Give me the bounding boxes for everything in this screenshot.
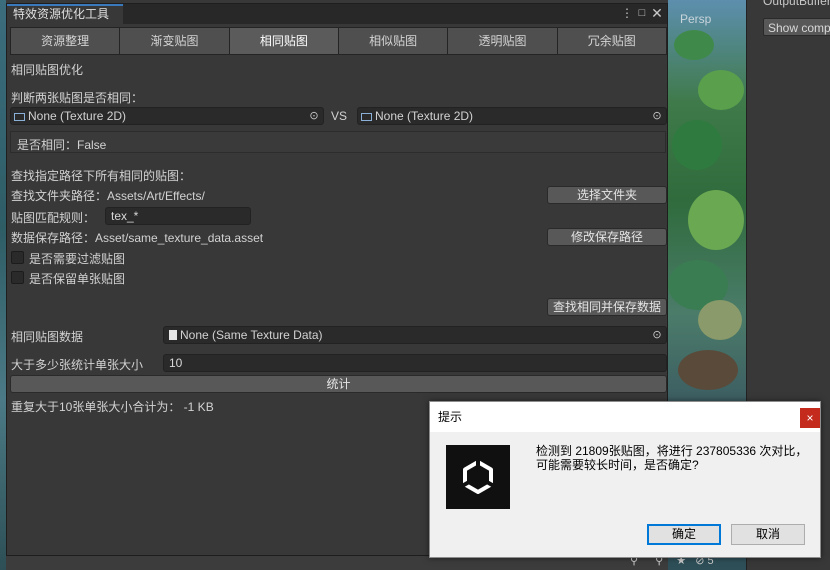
close-icon[interactable]: × (800, 408, 820, 428)
tab-bar: 资源整理 渐变贴图 相同贴图 相似贴图 透明贴图 冗余贴图 (10, 27, 667, 55)
keep-single-checkbox[interactable] (11, 271, 24, 284)
window-tab[interactable]: 特效资源优化工具 (7, 4, 123, 24)
vs-label: VS (331, 109, 348, 123)
kebab-menu-icon[interactable]: ⋮ (620, 6, 634, 20)
filter-texture-label: 是否需要过滤贴图 (29, 252, 126, 266)
texture-b-value: None (Texture 2D) (375, 109, 474, 123)
texture-icon (361, 113, 372, 121)
texture-a-value: None (Texture 2D) (28, 109, 127, 123)
dialog-title-text: 提示 (438, 410, 463, 424)
tab-redundant-texture[interactable]: 冗余贴图 (556, 27, 667, 55)
dialog-message-line1: 检测到 21809张贴图，将进行 237805336 次对比， (536, 444, 808, 458)
object-picker-icon[interactable]: ⊙ (305, 108, 323, 124)
dialog-message-line2: 可能需要较长时间，是否确定? (536, 458, 699, 472)
texture-a-field[interactable]: None (Texture 2D) ⊙ (10, 107, 324, 125)
save-path-label: 数据保存路径：Asset/same_texture_data.asset (11, 231, 264, 245)
stats-button[interactable]: 统计 (10, 375, 667, 393)
maximize-icon[interactable]: □ (635, 6, 649, 20)
tab-transparent-texture[interactable]: 透明贴图 (447, 27, 558, 55)
summary-label: 重复大于10张单张大小合计为： -1 KB (11, 400, 214, 414)
compare-label: 判断两张贴图是否相同： (11, 91, 144, 105)
texture-b-field[interactable]: None (Texture 2D) ⊙ (357, 107, 667, 125)
scene-toolbar-strip (6, 556, 668, 570)
object-picker-icon[interactable]: ⊙ (648, 327, 666, 343)
compare-result: 是否相同：False (17, 138, 107, 152)
tab-gradient-texture[interactable]: 渐变贴图 (119, 27, 230, 55)
section-title: 相同贴图优化 (11, 63, 84, 77)
match-rule-label: 贴图匹配规则： (11, 211, 96, 225)
result-box: 是否相同：False (10, 131, 666, 153)
cancel-button[interactable]: 取消 (731, 524, 805, 545)
folder-path-label: 查找文件夹路径：Assets/Art/Effects/ (11, 189, 205, 203)
dialog-title: 提示 (430, 402, 820, 432)
find-all-label: 查找指定路径下所有相同的贴图： (11, 169, 192, 183)
tab-same-texture[interactable]: 相同贴图 (228, 27, 339, 55)
output-buffer-label: OutputBuffer (763, 0, 830, 8)
window-titlebar: 特效资源优化工具 ⋮ □ ✕ (7, 4, 667, 24)
same-texture-data-value: None (Same Texture Data) (180, 328, 323, 342)
asset-file-icon (169, 330, 177, 340)
tab-asset-organize[interactable]: 资源整理 (10, 27, 121, 55)
same-texture-data-field[interactable]: None (Same Texture Data) ⊙ (163, 326, 667, 344)
close-icon[interactable]: ✕ (650, 6, 664, 20)
object-picker-icon[interactable]: ⊙ (648, 108, 666, 124)
find-and-save-button[interactable]: 查找相同并保存数据 (547, 298, 667, 316)
show-comp-button[interactable]: Show comp (763, 18, 830, 36)
unity-logo (446, 445, 510, 509)
filter-texture-checkbox[interactable] (11, 251, 24, 264)
count-threshold-input[interactable]: 10 (163, 354, 667, 372)
match-rule-input[interactable]: tex_* (105, 207, 251, 225)
scene-persp-label: Persp (680, 12, 712, 26)
data-label: 相同贴图数据 (11, 330, 84, 344)
select-folder-button[interactable]: 选择文件夹 (547, 186, 667, 204)
texture-icon (14, 113, 25, 121)
dialog-message: 检测到 21809张贴图，将进行 237805336 次对比， 可能需要较长时间… (536, 444, 816, 472)
tab-similar-texture[interactable]: 相似贴图 (337, 27, 449, 55)
change-save-path-button[interactable]: 修改保存路径 (547, 228, 667, 246)
ok-button[interactable]: 确定 (647, 524, 721, 545)
confirm-dialog: 提示 × 检测到 21809张贴图，将进行 237805336 次对比， 可能需… (429, 401, 821, 558)
keep-single-label: 是否保留单张贴图 (29, 272, 126, 286)
count-threshold-label: 大于多少张统计单张大小 (11, 358, 144, 372)
